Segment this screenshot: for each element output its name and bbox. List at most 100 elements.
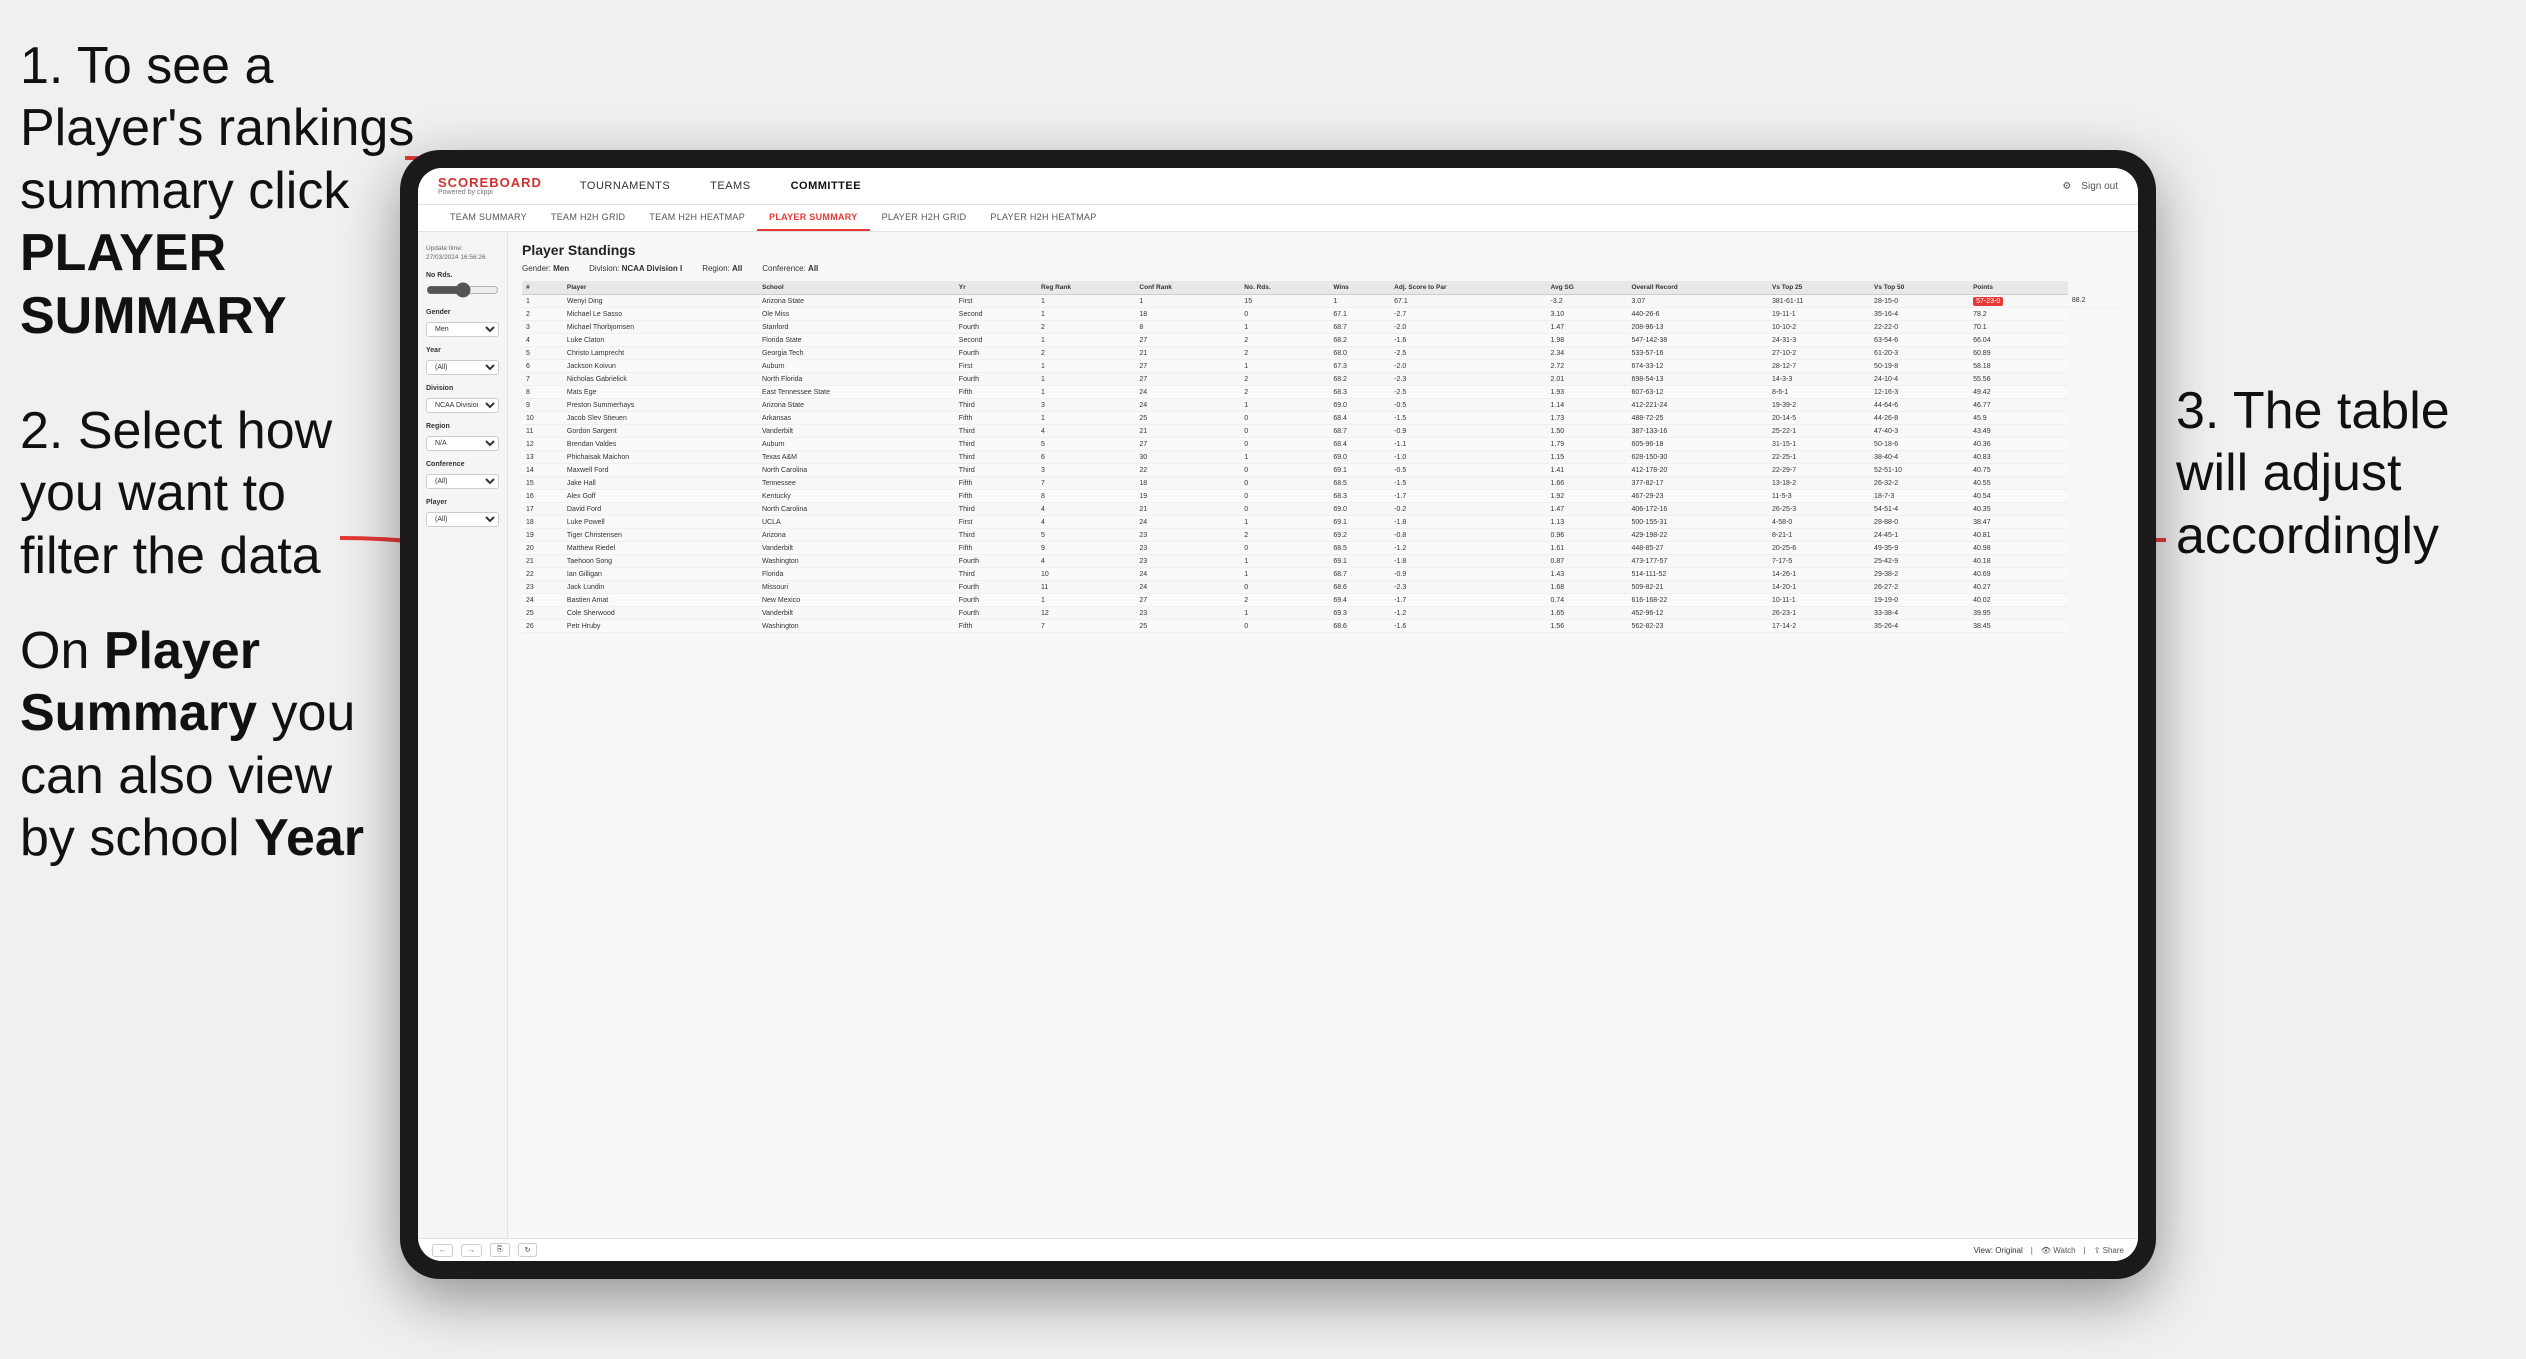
table-row: 8Mats EgeEast Tennessee StateFifth124268… [522, 386, 2124, 399]
table-cell: 533-57-16 [1627, 347, 1768, 360]
table-cell: 26-27-2 [1870, 581, 1969, 594]
table-cell: Third [955, 399, 1037, 412]
gender-select[interactable]: Men Women [426, 322, 499, 337]
table-cell: 5 [1037, 438, 1135, 451]
table-cell: 0.74 [1547, 594, 1628, 607]
watch-label[interactable]: 👁 Watch [2041, 1246, 2076, 1255]
table-cell: 11 [522, 425, 563, 438]
table-cell: 24-45-1 [1870, 529, 1969, 542]
region-select[interactable]: N/A All [426, 436, 499, 451]
player-filter: Player (All) [426, 499, 499, 527]
subnav-player-h2h-grid[interactable]: PLAYER H2H GRID [870, 205, 979, 231]
table-cell: 0 [1240, 477, 1329, 490]
nav-teams[interactable]: TEAMS [702, 176, 758, 196]
table-row: 2Michael Le SassoOle MissSecond118067.1-… [522, 308, 2124, 321]
year-select[interactable]: (All) First Second Third Fourth Fifth [426, 360, 499, 375]
table-body: 1Wenyi DingArizona StateFirst1115167.1-3… [522, 295, 2124, 633]
table-cell: Wenyi Ding [563, 295, 758, 308]
refresh-button[interactable]: ↻ [518, 1243, 538, 1257]
table-cell: 2 [1240, 386, 1329, 399]
table-cell: 38-40-4 [1870, 451, 1969, 464]
copy-button[interactable]: ⎘ [490, 1243, 510, 1257]
table-cell: 52-51-10 [1870, 464, 1969, 477]
table-cell: Taehoon Song [563, 555, 758, 568]
division-select[interactable]: NCAA Division I NCAA Division II NCAA Di… [426, 398, 499, 413]
table-cell: 0 [1240, 438, 1329, 451]
table-cell: 5 [1037, 529, 1135, 542]
conference-select[interactable]: (All) [426, 474, 499, 489]
share-label[interactable]: ⇧ Share [2094, 1246, 2124, 1255]
table-cell: Third [955, 503, 1037, 516]
table-cell: -1.7 [1390, 490, 1546, 503]
table-cell: Second [955, 334, 1037, 347]
table-cell: Georgia Tech [758, 347, 955, 360]
redo-button[interactable]: → [461, 1244, 482, 1257]
table-cell: 1 [1240, 321, 1329, 334]
table-cell: 31-15-1 [1768, 438, 1870, 451]
table-cell: 1.41 [1547, 464, 1628, 477]
nav-tournaments[interactable]: TOURNAMENTS [572, 176, 678, 196]
table-cell: Missouri [758, 581, 955, 594]
table-cell: 25 [522, 607, 563, 620]
table-cell: 0 [1240, 542, 1329, 555]
table-row: 21Taehoon SongWashingtonFourth423169.1-1… [522, 555, 2124, 568]
subnav-team-h2h-heatmap[interactable]: TEAM H2H HEATMAP [637, 205, 757, 231]
subnav-team-h2h-grid[interactable]: TEAM H2H GRID [539, 205, 637, 231]
sign-out-link[interactable]: Sign out [2081, 181, 2118, 192]
table-cell: -0.8 [1390, 529, 1546, 542]
table-cell: Auburn [758, 438, 955, 451]
subnav-team-summary[interactable]: TEAM SUMMARY [438, 205, 539, 231]
table-cell: 0 [1240, 464, 1329, 477]
col-overall-record: Overall Record [1627, 281, 1768, 295]
table-cell: 57-23-0 [1969, 295, 2068, 308]
subnav-player-summary[interactable]: PLAYER SUMMARY [757, 205, 870, 231]
table-cell: Fourth [955, 321, 1037, 334]
table-cell: -0.5 [1390, 464, 1546, 477]
table-cell: 24 [522, 594, 563, 607]
table-cell: 20 [522, 542, 563, 555]
table-cell: 60.89 [1969, 347, 2068, 360]
table-cell: Matthew Riedel [563, 542, 758, 555]
table-cell: North Carolina [758, 464, 955, 477]
subnav-player-h2h-heatmap[interactable]: PLAYER H2H HEATMAP [978, 205, 1108, 231]
table-cell: Second [955, 308, 1037, 321]
table-cell: 2 [522, 308, 563, 321]
table-cell: 0 [1240, 581, 1329, 594]
table-cell: -1.1 [1390, 438, 1546, 451]
table-cell: 35-16-4 [1870, 308, 1969, 321]
table-cell: 0 [1240, 412, 1329, 425]
table-cell: 40.54 [1969, 490, 2068, 503]
table-cell: 23 [1135, 555, 1240, 568]
table-cell: 68.0 [1329, 347, 1390, 360]
table-cell: 50-18-6 [1870, 438, 1969, 451]
table-cell: 1.68 [1547, 581, 1628, 594]
table-cell: 10-11-1 [1768, 594, 1870, 607]
divider-2: | [2084, 1246, 2086, 1255]
table-cell: Brendan Valdes [563, 438, 758, 451]
table-cell: -0.9 [1390, 568, 1546, 581]
table-cell: 387-133-16 [1627, 425, 1768, 438]
table-row: 15Jake HallTennesseeFifth718068.5-1.51.6… [522, 477, 2124, 490]
table-cell: 68.4 [1329, 412, 1390, 425]
table-cell: 605-96-18 [1627, 438, 1768, 451]
table-cell: Jacob Slev Stieuen [563, 412, 758, 425]
table-cell: New Mexico [758, 594, 955, 607]
table-cell: Nicholas Gabrielick [563, 373, 758, 386]
table-cell: Bastien Amat [563, 594, 758, 607]
table-cell: 21 [1135, 425, 1240, 438]
nav-committee[interactable]: COMMITTEE [783, 176, 870, 196]
table-cell: 40.55 [1969, 477, 2068, 490]
no-rds-slider[interactable] [426, 286, 499, 294]
col-avg-sg: Avg SG [1547, 281, 1628, 295]
player-select[interactable]: (All) [426, 512, 499, 527]
logo-sub: Powered by clippi [438, 189, 542, 196]
undo-button[interactable]: ← [432, 1244, 453, 1257]
table-cell: Mats Ege [563, 386, 758, 399]
table-cell: Arizona State [758, 295, 955, 308]
table-cell: 39.95 [1969, 607, 2068, 620]
table-cell: 10-10-2 [1768, 321, 1870, 334]
table-cell: 23 [1135, 607, 1240, 620]
table-cell: 10 [1037, 568, 1135, 581]
table-cell: 23 [1135, 529, 1240, 542]
table-cell: 2.72 [1547, 360, 1628, 373]
